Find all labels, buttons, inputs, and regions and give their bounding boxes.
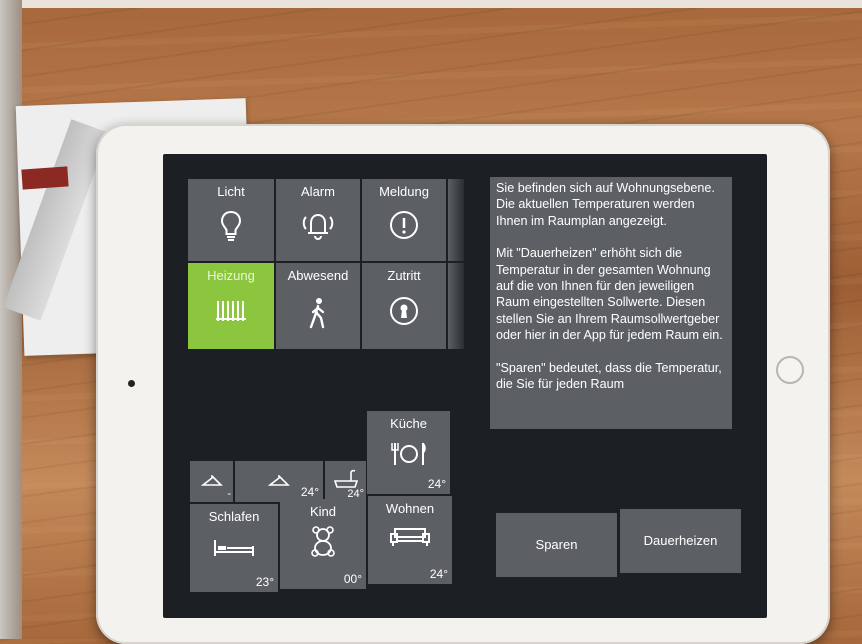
tile-heizung[interactable]: Heizung — [188, 263, 274, 349]
radiator-icon — [216, 301, 246, 321]
walking-person-icon — [309, 298, 325, 329]
info-paragraph: "Sparen" bedeutet, dass die Temperatur, … — [496, 360, 722, 392]
room-small-2[interactable]: 24° — [235, 461, 323, 502]
tile-label: Zutritt — [387, 268, 421, 283]
info-panel: Sie befinden sich auf Wohnungsebene. Die… — [490, 177, 732, 429]
room-small-1[interactable]: - — [190, 461, 233, 502]
tile-label: Heizung — [207, 268, 255, 283]
front-camera — [128, 380, 135, 387]
tile-label: Alarm — [301, 184, 335, 199]
bulb-icon — [220, 210, 242, 241]
tile-partial-top — [448, 179, 464, 261]
room-temperature: 24° — [300, 485, 319, 499]
room-temperature: 24° — [427, 477, 446, 491]
tile-label: Meldung — [379, 184, 429, 199]
sofa-icon — [390, 528, 430, 546]
red-clip — [21, 166, 69, 190]
tile-zutritt[interactable]: Zutritt — [362, 263, 446, 349]
room-temperature: 00° — [343, 572, 362, 586]
room-label: Kind — [309, 504, 337, 519]
room-label: Schlafen — [208, 509, 260, 524]
info-paragraph: Mit "Dauerheizen" erhöht sich die Temper… — [496, 246, 723, 343]
tile-alarm[interactable]: Alarm — [276, 179, 360, 261]
bathtub-icon — [333, 469, 358, 488]
room-wohnen[interactable]: Wohnen 24° — [368, 496, 452, 584]
background-wall-strip — [0, 0, 862, 8]
room-label: Wohnen — [385, 501, 435, 516]
room-temperature: 24° — [429, 567, 448, 581]
hanger-icon — [268, 475, 290, 486]
room-temperature: - — [227, 488, 231, 500]
tile-abwesend[interactable]: Abwesend — [276, 263, 360, 349]
room-temperature: 23° — [255, 575, 274, 589]
sparen-button[interactable]: Sparen — [496, 513, 617, 577]
tile-label: Abwesend — [287, 268, 349, 283]
plate-cutlery-icon — [390, 442, 426, 465]
tile-label: Licht — [217, 184, 245, 199]
tile-partial-middle — [448, 263, 464, 349]
room-label: Küche — [390, 416, 427, 431]
info-paragraph: Sie befinden sich auf Wohnungsebene. Die… — [496, 181, 715, 228]
hanger-icon — [200, 475, 223, 486]
teddy-bear-icon — [311, 526, 335, 557]
exclamation-icon — [390, 211, 418, 239]
room-schlafen[interactable]: Schlafen 23° — [190, 504, 278, 592]
room-small-3[interactable]: 24° — [325, 461, 366, 502]
tile-licht[interactable]: Licht — [188, 179, 274, 261]
background-left-edge — [0, 0, 22, 639]
dauerheizen-button[interactable]: Dauerheizen — [620, 509, 741, 573]
bed-icon — [214, 540, 254, 556]
tile-meldung[interactable]: Meldung — [362, 179, 446, 261]
alarm-bell-icon — [302, 213, 334, 240]
app-screen: Licht Alarm Meldung Heizung Abwesend Zut… — [163, 154, 767, 618]
room-kueche[interactable]: Küche 24° — [367, 411, 450, 494]
home-button[interactable] — [776, 356, 804, 384]
keyhole-icon — [390, 297, 418, 325]
room-kind[interactable]: Kind 00° — [280, 499, 366, 589]
